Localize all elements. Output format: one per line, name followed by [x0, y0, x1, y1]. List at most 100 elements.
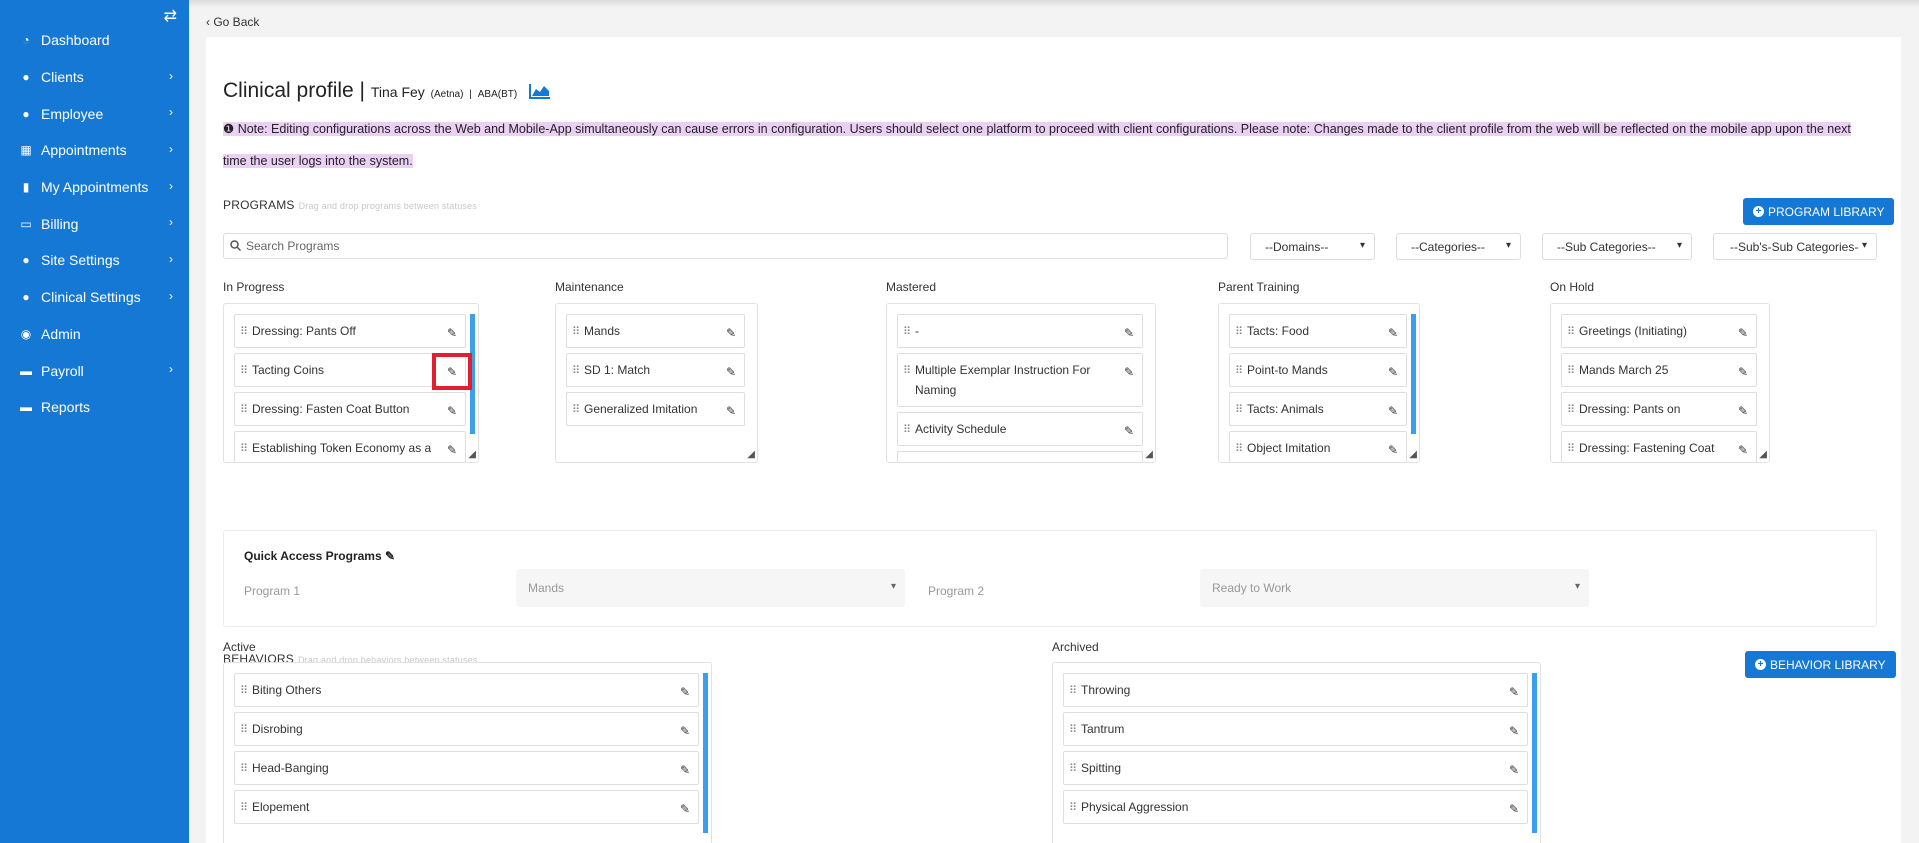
list-item[interactable]: ⠿ Disrobing ✎ [234, 712, 699, 746]
drag-handle-icon[interactable]: ⠿ [903, 420, 911, 440]
pencil-icon[interactable]: ✎ [680, 799, 690, 819]
drag-handle-icon[interactable]: ⠿ [1069, 720, 1077, 740]
drag-handle-icon[interactable]: ⠿ [572, 400, 580, 420]
list-item[interactable]: ⠿ Biting Others ✎ [234, 673, 699, 707]
program-library-button[interactable]: + PROGRAM LIBRARY [1743, 198, 1895, 225]
pencil-icon[interactable]: ✎ [1124, 323, 1134, 343]
list-item[interactable]: ⠿ SD 1: Match ✎ [566, 353, 745, 387]
pencil-icon[interactable]: ✎ [1388, 401, 1398, 421]
subs-sub-categories-select[interactable]: --Sub's-Sub Categories-- ▾ [1713, 233, 1877, 260]
domains-select[interactable]: --Domains-- ▾ [1250, 233, 1375, 260]
sidebar-item-payroll[interactable]: ▬ Payroll › [0, 352, 189, 389]
list-item[interactable]: ⠿ Tacts: Food ✎ [1229, 314, 1407, 348]
resize-handle-icon[interactable]: ◢ [1145, 449, 1153, 460]
drag-handle-icon[interactable]: ⠿ [903, 322, 911, 342]
sidebar-item-clinical-settings[interactable]: ● Clinical Settings › [0, 279, 189, 316]
list-item[interactable]: ⠿ Mands ✎ [566, 314, 745, 348]
pencil-icon[interactable]: ✎ [1738, 440, 1748, 460]
pencil-icon[interactable]: ✎ [680, 682, 690, 702]
list-item[interactable]: ⠿ Dressing: Fasten Coat Button ✎ [234, 392, 466, 426]
drag-handle-icon[interactable]: ⠿ [1567, 322, 1575, 342]
list-item[interactable]: ⠿ Spitting ✎ [1063, 751, 1528, 785]
scrollbar[interactable] [1411, 314, 1416, 434]
drag-handle-icon[interactable]: ⠿ [240, 720, 248, 740]
list-item[interactable]: ⠿ Mands: Yes and No ✎ [897, 451, 1143, 462]
drag-handle-icon[interactable]: ⠿ [1235, 361, 1243, 381]
search-programs-input[interactable] [246, 239, 1204, 253]
sidebar-item-my-appointments[interactable]: ▮ My Appointments › [0, 169, 189, 206]
list-item[interactable]: ⠿ Dressing: Pants on ✎ [1561, 392, 1757, 426]
list-item[interactable]: ⠿ Multiple Exemplar Instruction For Namin… [897, 353, 1143, 407]
pencil-icon[interactable]: ✎ [1509, 682, 1519, 702]
sidebar-item-dashboard[interactable]: ◔ Dashboard [0, 22, 189, 59]
drag-handle-icon[interactable]: ⠿ [903, 459, 909, 462]
drag-handle-icon[interactable]: ⠿ [1069, 681, 1077, 701]
resize-handle-icon[interactable]: ◢ [1409, 449, 1417, 460]
drag-handle-icon[interactable]: ⠿ [240, 439, 248, 459]
pencil-icon[interactable]: ✎ [726, 401, 736, 421]
list-item[interactable]: ⠿ - ✎ [897, 314, 1143, 348]
drag-handle-icon[interactable]: ⠿ [903, 361, 911, 381]
list-item[interactable]: ⠿ Throwing ✎ [1063, 673, 1528, 707]
pencil-icon[interactable]: ✎ [1509, 721, 1519, 741]
go-back-link[interactable]: ‹ Go Back [206, 15, 259, 29]
pencil-icon[interactable]: ✎ [447, 440, 457, 460]
list-item[interactable]: ⠿ Head-Banging ✎ [234, 751, 699, 785]
list-item[interactable]: ⠿ Tantrum ✎ [1063, 712, 1528, 746]
drag-handle-icon[interactable]: ⠿ [572, 322, 580, 342]
sub-categories-select[interactable]: --Sub Categories-- ▾ [1542, 233, 1692, 260]
drag-handle-icon[interactable]: ⠿ [240, 681, 248, 701]
list-item[interactable]: ⠿ Tacts: Animals ✎ [1229, 392, 1407, 426]
resize-handle-icon[interactable]: ◢ [468, 449, 476, 460]
program-1-select[interactable]: Mands ▾ [516, 569, 905, 607]
sidebar-item-appointments[interactable]: ▦ Appointments › [0, 132, 189, 169]
pencil-icon[interactable]: ✎ [1738, 401, 1748, 421]
drag-handle-icon[interactable]: ⠿ [1235, 322, 1243, 342]
list-item[interactable]: ⠿ Dressing: Pants Off ✎ [234, 314, 466, 348]
drag-handle-icon[interactable]: ⠿ [572, 361, 580, 381]
scrollbar[interactable] [703, 673, 708, 833]
resize-handle-icon[interactable]: ◢ [1759, 449, 1767, 460]
list-item[interactable]: ⠿ Point-to Mands ✎ [1229, 353, 1407, 387]
drag-handle-icon[interactable]: ⠿ [1235, 439, 1243, 459]
list-item[interactable]: ⠿Dressing: Fastening Coat Zipper ✎ [1561, 431, 1757, 462]
drag-handle-icon[interactable]: ⠿ [240, 322, 248, 342]
pencil-icon[interactable]: ✎ [1124, 421, 1134, 441]
list-item[interactable]: ⠿ Elopement ✎ [234, 790, 699, 824]
pencil-icon[interactable]: ✎ [680, 721, 690, 741]
drag-handle-icon[interactable]: ⠿ [240, 400, 248, 420]
pencil-icon[interactable]: ✎ [1124, 460, 1134, 462]
drag-handle-icon[interactable]: ⠿ [1069, 759, 1077, 779]
drag-handle-icon[interactable]: ⠿ [1567, 400, 1575, 420]
categories-select[interactable]: --Categories-- ▾ [1396, 233, 1521, 260]
drag-handle-icon[interactable]: ⠿ [240, 361, 248, 381]
drag-handle-icon[interactable]: ⠿ [1069, 798, 1077, 818]
pencil-icon[interactable]: ✎ [1388, 323, 1398, 343]
list-item[interactable]: ⠿ Mands March 25 ✎ [1561, 353, 1757, 387]
pencil-icon[interactable]: ✎ [1738, 362, 1748, 382]
program-2-select[interactable]: Ready to Work ▾ [1200, 569, 1589, 607]
drag-handle-icon[interactable]: ⠿ [240, 759, 248, 779]
sidebar-item-employee[interactable]: ● Employee › [0, 95, 189, 132]
list-item[interactable]: ⠿ Object Imitation ✎ [1229, 431, 1407, 462]
list-item[interactable]: ⠿Establishing Token Economy as a Conditi… [234, 431, 466, 462]
behavior-library-button[interactable]: + BEHAVIOR LIBRARY [1745, 651, 1896, 678]
pencil-icon[interactable]: ✎ [726, 323, 736, 343]
sidebar-item-site-settings[interactable]: ● Site Settings › [0, 242, 189, 279]
list-item[interactable]: ⠿ Greetings (Initiating) ✎ [1561, 314, 1757, 348]
pencil-icon[interactable]: ✎ [447, 323, 457, 343]
scrollbar[interactable] [1532, 673, 1537, 833]
pencil-icon[interactable]: ✎ [1509, 760, 1519, 780]
sidebar-item-clients[interactable]: ● Clients › [0, 59, 189, 96]
sidebar-item-reports[interactable]: ▬ Reports [0, 389, 189, 426]
sidebar-item-admin[interactable]: ◉ Admin [0, 316, 189, 353]
resize-handle-icon[interactable]: ◢ [747, 449, 755, 460]
pencil-icon[interactable]: ✎ [1388, 362, 1398, 382]
pencil-icon[interactable]: ✎ [447, 401, 457, 421]
drag-handle-icon[interactable]: ⠿ [1235, 400, 1243, 420]
pencil-icon[interactable]: ✎ [1388, 440, 1398, 460]
pencil-icon[interactable]: ✎ [1738, 323, 1748, 343]
drag-handle-icon[interactable]: ⠿ [240, 798, 248, 818]
list-item[interactable]: ⠿ Generalized Imitation ✎ [566, 392, 745, 426]
list-item[interactable]: ⠿ Physical Aggression ✎ [1063, 790, 1528, 824]
